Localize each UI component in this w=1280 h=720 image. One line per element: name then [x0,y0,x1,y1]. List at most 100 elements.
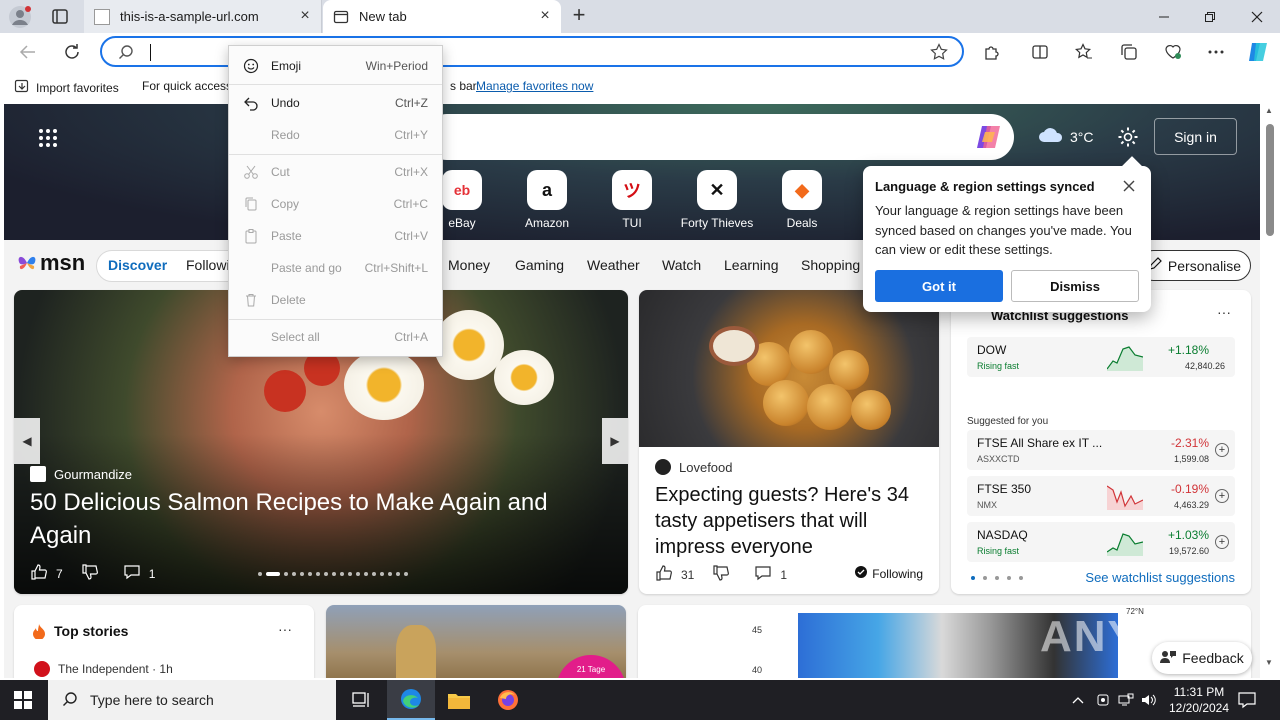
scrollbar-thumb[interactable] [1266,124,1274,236]
restore-icon[interactable] [1187,0,1233,33]
menu-item-undo[interactable]: Undo Ctrl+Z [229,88,442,118]
source-name: Gourmandize [54,466,133,482]
carousel-prev-button[interactable]: ◀ [14,418,40,464]
appetisers-article-card[interactable]: Lovefood Expecting guests? Here's 34 tas… [639,290,939,594]
menu-item-copy[interactable]: Copy Ctrl+C [229,189,442,219]
menu-item-delete[interactable]: Delete [229,285,442,315]
notifications-icon[interactable] [1238,691,1256,709]
personalise-button[interactable]: Personalise [1138,250,1251,281]
apps-grid-icon[interactable] [38,128,58,148]
article-title[interactable]: Expecting guests? Here's 34 tasty appeti… [655,482,927,560]
refresh-icon[interactable] [60,40,84,64]
page-scrollbar[interactable]: ▲ ▼ [1262,104,1280,678]
got-it-button[interactable]: Got it [875,270,1003,302]
dislike-icon[interactable] [712,564,730,585]
menu-item-label: Emoji [271,59,302,73]
nav-shopping[interactable]: Shopping [801,257,860,273]
firefox-icon[interactable] [484,680,532,720]
close-window-icon[interactable] [1234,0,1280,33]
suggested-label: Suggested for you [967,416,1049,427]
performance-icon[interactable] [1161,40,1185,64]
stock-row[interactable]: FTSE 350 NMX -0.19% 4,463.29 + [967,476,1235,516]
taskbar-search-box[interactable]: Type here to search [48,680,336,720]
nav-following[interactable]: Followi [186,257,230,273]
profile-icon[interactable] [8,5,32,29]
taskbar-clock[interactable]: 11:31 PM 12/20/2024 [1160,684,1238,716]
nav-watch[interactable]: Watch [662,257,701,273]
sign-in-button[interactable]: Sign in [1154,118,1237,155]
quick-link-deals[interactable]: ◆ Deals [762,170,842,230]
weather-widget[interactable]: 3°C [1038,126,1094,147]
manage-favorites-link[interactable]: Manage favorites now [476,79,593,93]
tab-actions-icon[interactable] [46,6,74,28]
minimize-icon[interactable] [1141,0,1187,33]
scroll-up-icon[interactable]: ▲ [1265,106,1273,115]
windows-start-icon[interactable] [14,691,32,709]
menu-item-emoji[interactable]: Emoji Win+Period [229,51,442,81]
comment-icon[interactable] [754,564,772,585]
menu-item-select-all[interactable]: Select all Ctrl+A [229,322,442,352]
tab-new-tab[interactable]: New tab × [323,0,561,33]
stock-row[interactable]: FTSE All Share ex IT ... ASXXCTD -2.31% … [967,430,1235,470]
stock-row[interactable]: NASDAQ Rising fast +1.03% 19,572.60 + [967,522,1235,562]
comment-icon[interactable] [123,563,141,584]
web-search-box[interactable] [424,114,1014,160]
favorite-star-icon[interactable] [930,43,948,64]
carousel-next-button[interactable]: ▶ [602,418,628,464]
nav-discover[interactable]: Discover [108,257,167,273]
collections-icon[interactable] [1117,40,1141,64]
more-options-icon[interactable] [1204,40,1228,64]
quick-link-tui[interactable]: ツ TUI [592,170,672,230]
menu-item-paste[interactable]: Paste Ctrl+V [229,221,442,251]
following-button[interactable]: Following [855,566,923,581]
close-tab-icon[interactable]: × [537,8,553,24]
add-to-watchlist-icon[interactable]: + [1215,443,1229,457]
story-source[interactable]: The Independent · 1h [34,661,173,677]
nav-money[interactable]: Money [448,257,490,273]
settings-gear-icon[interactable] [1117,126,1139,148]
close-tab-icon[interactable]: × [297,8,313,24]
quick-link-amazon[interactable]: a Amazon [507,170,587,230]
task-view-icon[interactable] [338,680,386,720]
security-tray-icon[interactable] [1095,692,1111,708]
nav-weather[interactable]: Weather [587,257,640,273]
dislike-icon[interactable] [81,563,99,584]
edge-taskbar-icon[interactable] [387,680,435,720]
split-screen-icon[interactable] [1028,40,1052,64]
menu-item-redo[interactable]: Redo Ctrl+Y [229,120,442,150]
like-icon[interactable] [30,563,48,584]
volume-icon[interactable] [1141,692,1157,708]
menu-item-cut[interactable]: Cut Ctrl+X [229,157,442,187]
file-explorer-icon[interactable] [435,680,483,720]
stock-row[interactable]: DOW Rising fast +1.18% 42,840.26 [967,337,1235,377]
tab-sample-url[interactable]: this-is-a-sample-url.com × [84,0,322,33]
tray-overflow-icon[interactable] [1070,692,1086,708]
nav-gaming[interactable]: Gaming [515,257,564,273]
like-icon[interactable] [655,564,673,585]
close-icon[interactable] [1121,178,1137,194]
scroll-down-icon[interactable]: ▼ [1265,658,1273,667]
copilot-icon[interactable] [974,122,1004,152]
add-to-watchlist-icon[interactable]: + [1215,489,1229,503]
menu-item-shortcut: Ctrl+A [394,330,428,344]
extensions-icon[interactable] [980,40,1004,64]
more-options-icon[interactable]: ··· [1217,304,1231,320]
article-title[interactable]: 50 Delicious Salmon Recipes to Make Agai… [30,486,590,552]
more-options-icon[interactable]: ··· [278,621,292,637]
network-icon[interactable] [1118,692,1134,708]
cloud-icon [1038,126,1064,147]
import-favorites-button[interactable]: Import favorites [14,78,119,97]
see-watchlist-link[interactable]: See watchlist suggestions [1085,570,1235,585]
new-tab-button[interactable]: + [566,4,592,27]
quick-link-forty-thieves[interactable]: ✕ Forty Thieves [677,170,757,230]
cheetah-article-card[interactable]: 21 Tage [326,605,626,678]
feedback-button[interactable]: Feedback [1152,642,1252,674]
nav-learning[interactable]: Learning [724,257,779,273]
add-to-watchlist-icon[interactable]: + [1215,535,1229,549]
back-icon[interactable] [16,40,40,64]
favorites-icon[interactable] [1072,40,1096,64]
dismiss-button[interactable]: Dismiss [1011,270,1139,302]
menu-item-paste-and-go[interactable]: Paste and go Ctrl+Shift+L [229,253,442,283]
copilot-icon[interactable] [1246,40,1270,64]
msn-logo[interactable]: msn [16,250,85,276]
